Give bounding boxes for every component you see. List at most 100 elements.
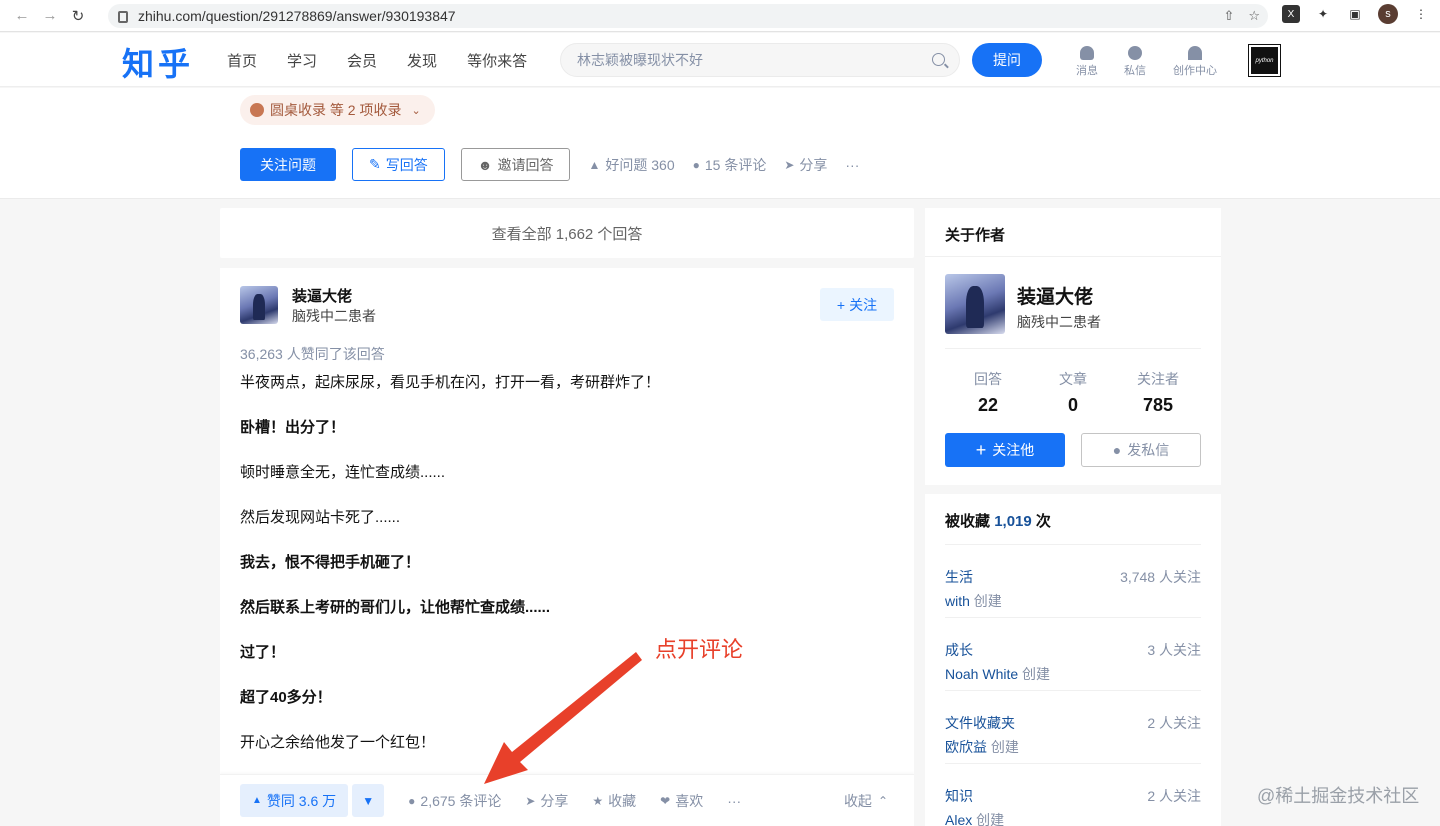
stat-followers[interactable]: 关注者 785 xyxy=(1115,369,1201,416)
chevron-up-icon: ⌃ xyxy=(877,793,888,808)
send-message-label: 发私信 xyxy=(1127,442,1170,458)
watermark: @稀土掘金技术社区 xyxy=(1257,786,1420,806)
chat-icon: ● xyxy=(1112,442,1122,458)
answer-paragraph: 卧槽！出分了！ xyxy=(240,419,346,436)
pencil-icon: ✎ xyxy=(369,156,381,172)
author-card-name[interactable]: 装逼大佬 xyxy=(1017,282,1093,309)
triangle-up-icon: ▲ xyxy=(252,795,262,806)
roundtable-collect-tag[interactable]: 圆桌收录 等 2 项收录 ⌄ xyxy=(240,95,435,125)
share-page-icon[interactable]: ⇧ xyxy=(1223,8,1234,24)
author-card-avatar[interactable] xyxy=(945,274,1005,334)
sidebar-toggle-icon[interactable]: ▣ xyxy=(1346,5,1364,23)
stat-value: 785 xyxy=(1142,395,1174,415)
nav-learn[interactable]: 学习 xyxy=(287,50,317,71)
write-answer-label: 写回答 xyxy=(385,156,428,173)
author-card: 关于作者 装逼大佬 脑残中二患者 回答 22 文章 0 关注者 785 + 关注… xyxy=(925,208,1221,485)
follow-him-button[interactable]: + 关注他 xyxy=(945,433,1065,467)
stat-articles[interactable]: 文章 0 xyxy=(1030,369,1116,416)
search-icon[interactable] xyxy=(932,53,945,66)
collapse-label: 收起 xyxy=(843,792,872,809)
annotation-arrow-icon xyxy=(484,652,642,784)
good-question-button[interactable]: ▲ 好问题 360 xyxy=(588,155,674,175)
collection-name[interactable]: 成长 xyxy=(945,640,973,660)
answer-more-button[interactable]: ··· xyxy=(727,793,741,809)
creator-name[interactable]: with xyxy=(945,593,970,609)
stat-answers[interactable]: 回答 22 xyxy=(945,369,1031,416)
collect-tag-text: 圆桌收录 等 2 项收录 xyxy=(270,102,402,118)
creator-name[interactable]: 欧欣益 xyxy=(945,739,987,755)
lock-icon xyxy=(118,11,128,23)
divider xyxy=(925,256,1221,257)
answer-collect-button[interactable]: ★ 收藏 xyxy=(592,791,636,811)
paper-plane-icon: ➤ xyxy=(784,157,795,172)
answer-comments-label: 2,675 条评论 xyxy=(420,792,502,809)
bell-icon xyxy=(1080,46,1094,60)
answer-paragraph: 然后发现网站卡死了...... xyxy=(240,509,401,526)
site-header: 知乎 首页 学习 会员 发现 等你来答 林志颖被曝现状不好 提问 消息 私信 创… xyxy=(0,33,1440,87)
question-more-button[interactable]: ··· xyxy=(845,157,859,173)
stat-value: 22 xyxy=(977,395,999,415)
answer-comments-button[interactable]: ● 2,675 条评论 xyxy=(408,791,501,811)
extension-x-icon[interactable]: X xyxy=(1282,5,1300,23)
collections-count: 1,019 xyxy=(994,513,1032,530)
search-placeholder: 林志颖被曝现状不好 xyxy=(577,52,703,68)
nav-vip[interactable]: 会员 xyxy=(347,50,377,71)
bookmark-star-icon[interactable]: ☆ xyxy=(1248,8,1260,24)
author-card-title: 关于作者 xyxy=(945,227,1006,244)
comment-icon: ● xyxy=(408,793,416,808)
creator-name[interactable]: Noah White xyxy=(945,666,1018,682)
answer-author-bio: 脑残中二患者 xyxy=(292,308,376,324)
question-actions: 关注问题 ✎ 写回答 ☻ 邀请回答 ▲ 好问题 360 ● 15 条评论 ➤ 分… xyxy=(240,148,859,181)
follow-author-button[interactable]: + 关注 xyxy=(820,288,894,321)
question-comments-button[interactable]: ● 15 条评论 xyxy=(693,155,767,175)
answer-share-button[interactable]: ➤ 分享 xyxy=(525,791,568,811)
user-avatar[interactable]: python xyxy=(1248,44,1281,77)
reload-icon[interactable]: ↻ xyxy=(64,2,92,30)
back-icon[interactable]: ← xyxy=(8,2,36,30)
answer-share-label: 分享 xyxy=(540,792,569,809)
comment-icon: ● xyxy=(692,157,700,172)
creator-name[interactable]: Alex xyxy=(945,812,972,826)
private-messages-link[interactable]: 私信 xyxy=(1107,46,1163,78)
creator-center-link[interactable]: 创作中心 xyxy=(1167,46,1223,78)
collection-name[interactable]: 文件收藏夹 xyxy=(945,713,1015,733)
follow-question-button[interactable]: 关注问题 xyxy=(240,148,336,181)
url-text[interactable]: zhihu.com/question/291278869/answer/9301… xyxy=(138,8,456,24)
search-input[interactable]: 林志颖被曝现状不好 xyxy=(560,43,960,77)
nav-discover[interactable]: 发现 xyxy=(407,50,437,71)
collapse-answer-button[interactable]: 收起 ⌃ xyxy=(844,791,888,811)
zhihu-logo[interactable]: 知乎 xyxy=(122,39,194,85)
answer-author-name[interactable]: 装逼大佬 xyxy=(292,285,352,306)
collection-name[interactable]: 生活 xyxy=(945,567,973,587)
nav-home[interactable]: 首页 xyxy=(227,50,257,71)
invite-answer-label: 邀请回答 xyxy=(497,156,554,173)
thumbs-up-icon: ▲ xyxy=(588,157,601,172)
browser-menu-icon[interactable]: ⋮ xyxy=(1412,5,1430,23)
stat-label: 关注者 xyxy=(1137,371,1179,387)
collection-item: 生活 3,748 人关注 with 创建 xyxy=(945,544,1201,616)
address-bar[interactable]: zhihu.com/question/291278869/answer/9301… xyxy=(108,4,1268,28)
answer-like-button[interactable]: ❤ 喜欢 xyxy=(660,791,703,811)
answer-paragraph: 顿时睡意全无，连忙查成绩...... xyxy=(240,464,446,481)
ask-button[interactable]: 提问 xyxy=(972,43,1042,77)
collection-followers: 3 人关注 xyxy=(1147,642,1201,658)
collection-name[interactable]: 知识 xyxy=(945,786,973,806)
profile-avatar[interactable]: s xyxy=(1378,4,1398,24)
invite-answer-button[interactable]: ☻ 邀请回答 xyxy=(460,148,571,181)
invite-user-icon: ☻ xyxy=(477,156,493,173)
vote-down-button[interactable]: ▼ xyxy=(352,784,385,817)
created-label: 创建 xyxy=(1022,666,1051,682)
extensions-puzzle-icon[interactable]: ✦ xyxy=(1314,5,1332,23)
question-share-button[interactable]: ➤ 分享 xyxy=(784,155,827,175)
collection-creator: Alex 创建 xyxy=(945,810,1004,826)
creator-center-label: 创作中心 xyxy=(1173,65,1217,77)
forward-icon[interactable]: → xyxy=(36,2,64,30)
collection-item: 文件收藏夹 2 人关注 欧欣益 创建 xyxy=(945,690,1201,762)
answer-author-avatar[interactable] xyxy=(240,286,278,324)
write-answer-button[interactable]: ✎ 写回答 xyxy=(352,148,445,181)
author-card-bio: 脑残中二患者 xyxy=(1017,314,1101,330)
vote-up-button[interactable]: ▲ 赞同 3.6 万 xyxy=(240,784,349,817)
view-all-answers-button[interactable]: 查看全部 1,662 个回答 xyxy=(220,208,914,258)
send-message-button[interactable]: ● 发私信 xyxy=(1081,433,1201,467)
nav-waiting[interactable]: 等你来答 xyxy=(467,50,527,71)
